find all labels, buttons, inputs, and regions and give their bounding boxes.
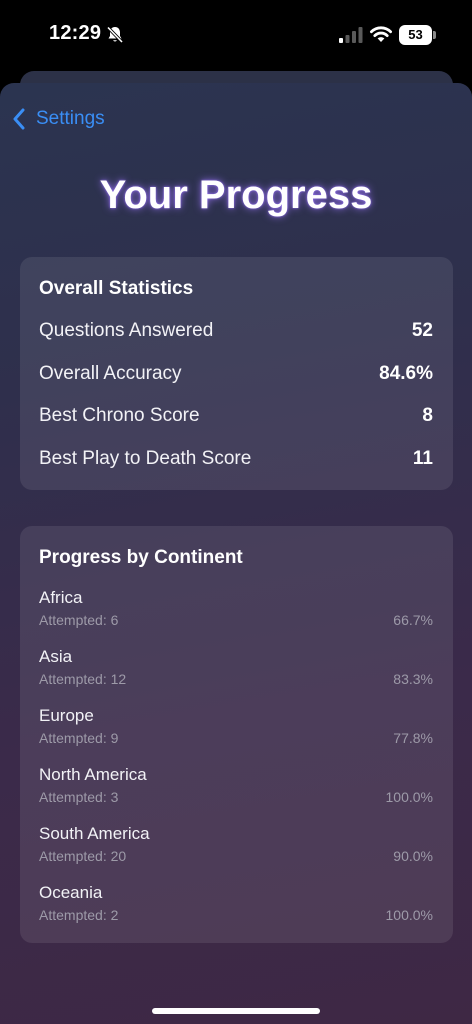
back-button-label: Settings	[36, 108, 105, 129]
stat-value: 52	[411, 320, 433, 341]
continent-progress-title: Progress by Continent	[39, 547, 243, 568]
continent-name: Europe	[39, 706, 94, 725]
stat-label: Overall Accuracy	[39, 363, 182, 384]
home-indicator[interactable]	[152, 1008, 320, 1014]
overall-statistics-card: Overall Statistics Questions Answered 52…	[20, 257, 453, 490]
continent-row-north-america: North America Attempted: 3 100.0%	[39, 765, 433, 809]
back-button[interactable]: Settings	[10, 105, 105, 133]
cellular-signal-icon	[339, 27, 363, 43]
status-time: 12:29	[49, 22, 102, 44]
continent-name: South America	[39, 824, 150, 843]
stat-value: 8	[422, 405, 433, 426]
continent-accuracy: 100.0%	[385, 907, 433, 923]
continent-row-africa: Africa Attempted: 6 66.7%	[39, 588, 433, 632]
stat-label: Best Play to Death Score	[39, 448, 252, 469]
continent-accuracy: 100.0%	[385, 789, 433, 805]
stat-value: 84.6%	[379, 363, 433, 384]
battery-icon: 53	[399, 25, 432, 45]
continent-name: Africa	[39, 588, 83, 607]
continent-attempted: Attempted: 20	[39, 848, 127, 864]
continent-attempted: Attempted: 6	[39, 612, 119, 628]
continent-row-asia: Asia Attempted: 12 83.3%	[39, 647, 433, 691]
continent-attempted: Attempted: 2	[39, 907, 119, 923]
continent-row-oceania: Oceania Attempted: 2 100.0%	[39, 883, 433, 927]
continent-attempted: Attempted: 3	[39, 789, 119, 805]
continent-row-south-america: South America Attempted: 20 90.0%	[39, 824, 433, 868]
continent-attempted: Attempted: 9	[39, 730, 119, 746]
stat-row-best-play-to-death-score: Best Play to Death Score 11	[39, 446, 433, 472]
page-title: Your Progress	[99, 173, 373, 217]
stat-row-questions-answered: Questions Answered 52	[39, 318, 433, 344]
continent-accuracy: 90.0%	[393, 848, 433, 864]
bell-slash-icon	[106, 26, 124, 44]
continent-name: Oceania	[39, 883, 103, 902]
chevron-left-icon	[13, 108, 25, 130]
status-bar: 12:29 53	[0, 0, 472, 70]
stat-row-overall-accuracy: Overall Accuracy 84.6%	[39, 361, 433, 387]
continent-accuracy: 66.7%	[393, 612, 433, 628]
stat-label: Best Chrono Score	[39, 405, 200, 426]
continent-name: Asia	[39, 647, 73, 666]
continent-attempted: Attempted: 12	[39, 671, 127, 687]
continent-progress-card: Progress by Continent Africa Attempted: …	[20, 526, 453, 943]
wifi-icon	[370, 26, 392, 42]
continent-row-europe: Europe Attempted: 9 77.8%	[39, 706, 433, 750]
stat-value: 11	[412, 448, 433, 469]
progress-sheet: Settings Your Progress Overall Statistic…	[0, 83, 472, 1024]
stat-label: Questions Answered	[39, 320, 214, 341]
stat-row-best-chrono-score: Best Chrono Score 8	[39, 403, 433, 429]
continent-name: North America	[39, 765, 147, 784]
continent-accuracy: 83.3%	[393, 671, 433, 687]
continent-accuracy: 77.8%	[393, 730, 433, 746]
battery-cap	[433, 31, 436, 39]
overall-statistics-title: Overall Statistics	[39, 278, 194, 299]
